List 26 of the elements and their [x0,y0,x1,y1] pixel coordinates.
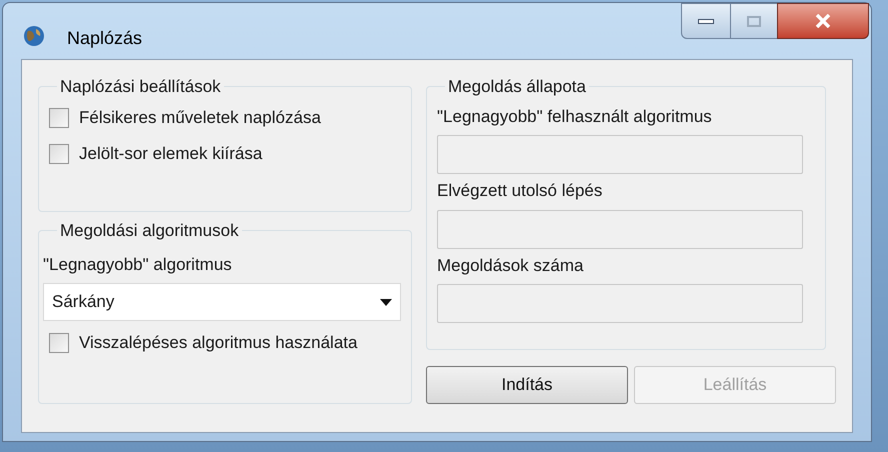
close-icon [815,14,831,28]
maximize-icon [747,16,761,26]
dropdown-arrow-icon [380,298,392,306]
checkbox-label: Félsikeres műveletek naplózása [79,106,321,129]
checkbox[interactable] [49,333,69,353]
checkbox-label: Visszalépéses algoritmus használata [79,332,358,354]
checkbox-label: Jelölt-sor elemek kiírása [79,142,262,165]
window-title: Naplózás [67,27,142,50]
group-title: Naplózási beállítások [59,76,222,98]
readonly-field[interactable] [437,135,803,174]
action-button[interactable]: Indítás [426,366,628,404]
close-button[interactable] [777,3,869,39]
algorithm-dropdown[interactable]: Sárkány [43,283,401,321]
field-label: Megoldások száma [437,254,584,276]
field-label: Elvégzett utolsó lépés [437,180,604,202]
minimize-icon [698,18,714,24]
minimize-button[interactable] [681,3,731,39]
checkbox[interactable] [49,108,69,128]
group-title: Megoldási algoritmusok [59,220,240,242]
globe-icon [23,25,45,47]
group-title: Megoldás állapota [447,76,587,98]
readonly-field[interactable] [437,284,803,323]
readonly-field[interactable] [437,210,803,248]
field-label: "Legnagyobb" felhasznált algoritmus [437,106,713,128]
checkbox[interactable] [49,144,69,164]
field-label: "Legnagyobb" algoritmus [43,254,233,276]
